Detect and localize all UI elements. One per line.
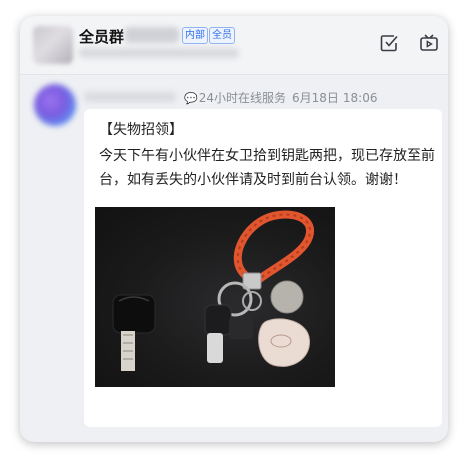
blurred-sender-name [84, 92, 176, 102]
blurred-member-info [125, 27, 179, 43]
message-date: 6月18日 [291, 91, 339, 105]
chat-bubble-icon: 💬 [184, 92, 198, 105]
blurred-group-subtitle [79, 48, 239, 58]
chat-header: 全员群 内部 全员 [20, 16, 448, 74]
message-time: 18:06 [342, 91, 378, 105]
keys-photo-illustration [112, 210, 315, 371]
tv-icon[interactable] [418, 33, 440, 55]
header-divider [20, 74, 448, 75]
message-meta: 💬24小时在线服务 6月18日 18:06 [184, 89, 377, 106]
group-avatar[interactable] [33, 26, 73, 64]
message-title: 【失物招领】 [99, 122, 183, 138]
chat-window: 全员群 内部 全员 💬24小时在线服务 6月18日 18:06 【失物招领】 今天下… [20, 16, 448, 442]
internal-tag: 内部 [182, 27, 208, 44]
message-bubble[interactable]: 【失物招领】 今天下午有小伙伴在女卫拾到钥匙两把，现已存放至前台，如有丢失的小伙… [84, 109, 442, 427]
message-photo[interactable] [95, 207, 335, 387]
sender-avatar[interactable] [34, 84, 76, 126]
check-square-icon[interactable] [378, 33, 400, 55]
sender-service-label: 24小时在线服务 [198, 91, 286, 105]
message-body: 今天下午有小伙伴在女卫拾到钥匙两把，现已存放至前台，如有丢失的小伙伴请及时到前台… [99, 148, 435, 188]
all-staff-tag: 全员 [209, 27, 235, 44]
group-name[interactable]: 全员群 [79, 26, 124, 47]
